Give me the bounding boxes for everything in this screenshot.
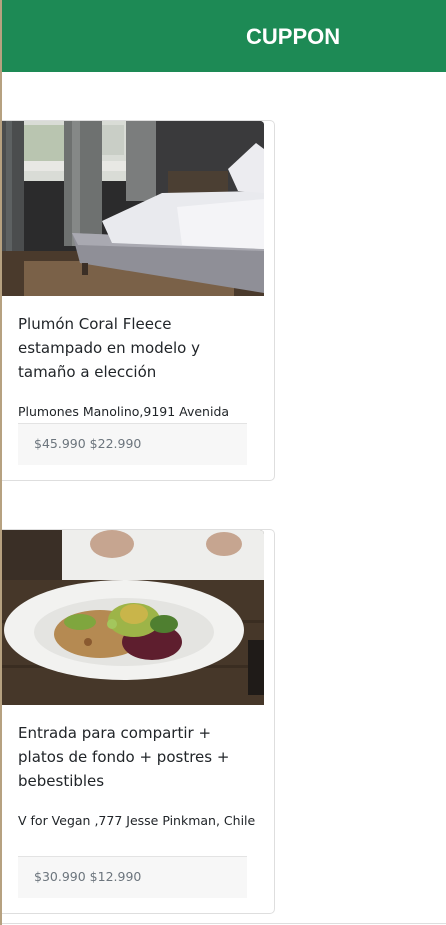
divider (2, 923, 446, 924)
merchant-address: V for Vegan ,777 Jesse Pinkman, Chile (18, 813, 256, 828)
card-body: Entrada para compartir + platos de fondo… (18, 721, 258, 833)
salad-bowl-photo[interactable] (2, 530, 264, 705)
deal-card[interactable]: Plumón Coral Fleece estampado en modelo … (2, 120, 275, 481)
price-footer: $30.990 $12.990 (18, 856, 247, 898)
bedroom-photo[interactable] (2, 121, 264, 296)
deal-title[interactable]: Entrada para compartir + platos de fondo… (18, 721, 258, 793)
deal-title[interactable]: Plumón Coral Fleece estampado en modelo … (18, 312, 258, 384)
price-footer: $45.990 $22.990 (18, 423, 247, 465)
top-navbar: CUPPON (2, 0, 446, 72)
page: CUPPON Plumón Coral Fleece estampado en … (0, 0, 446, 925)
deal-card[interactable]: Entrada para compartir + platos de fondo… (2, 529, 275, 914)
brand-logo[interactable]: CUPPON (246, 24, 340, 50)
